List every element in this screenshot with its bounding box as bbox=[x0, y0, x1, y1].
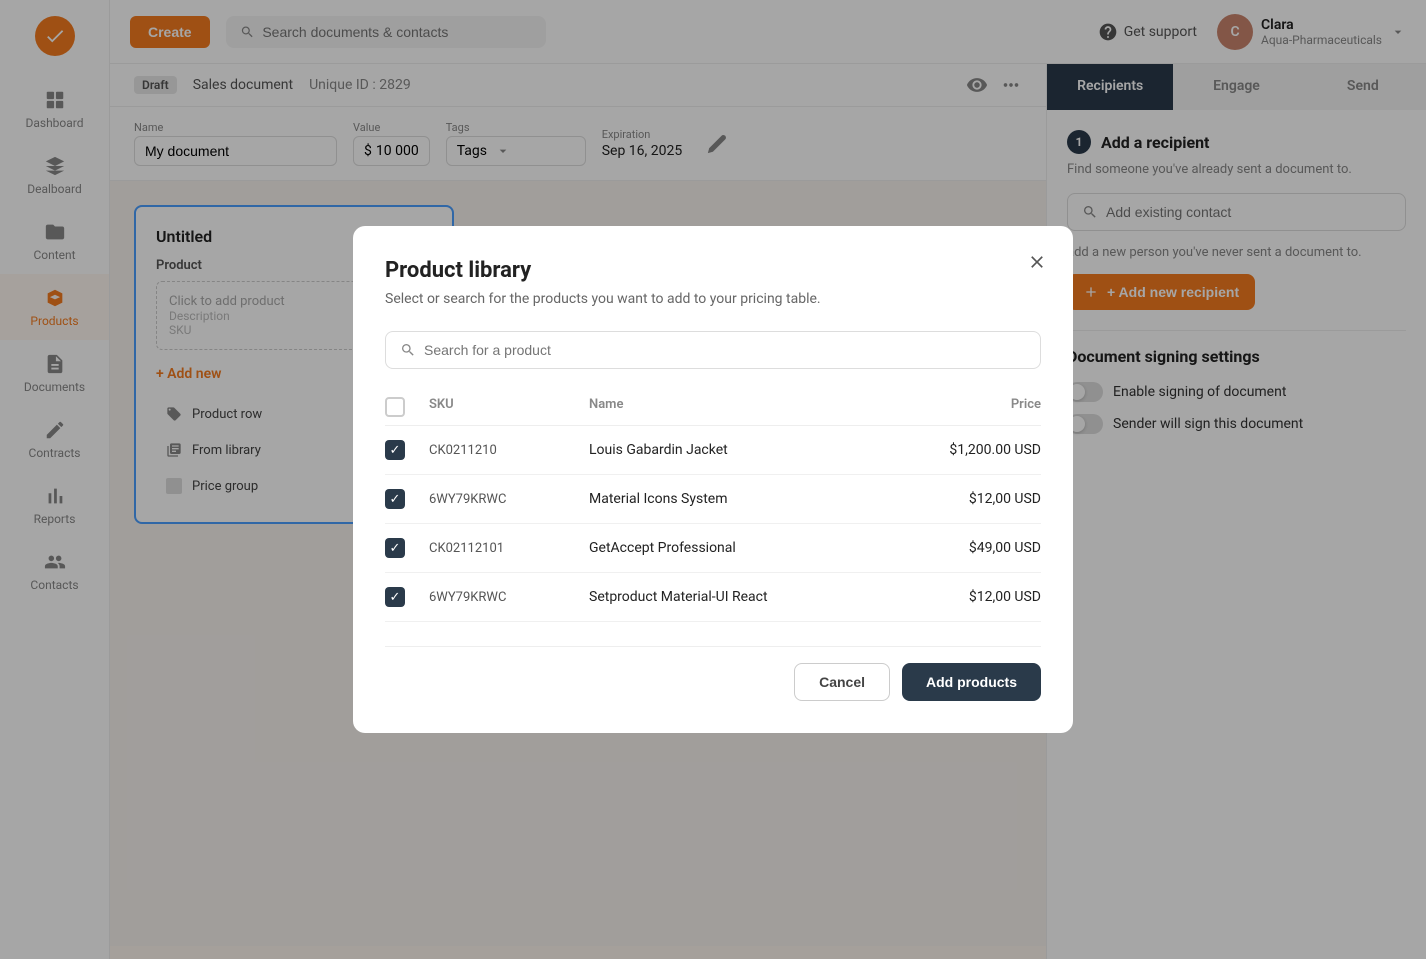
product-name: GetAccept Professional bbox=[589, 540, 901, 556]
modal-search-icon bbox=[400, 342, 416, 358]
cancel-button[interactable]: Cancel bbox=[794, 663, 890, 701]
product-sku: 6WY79KRWC bbox=[429, 492, 589, 507]
product-name: Setproduct Material-UI React bbox=[589, 589, 901, 605]
row-checkbox[interactable]: ✓ bbox=[385, 587, 429, 607]
product-price: $49,00 USD bbox=[901, 540, 1041, 556]
header-checkbox bbox=[385, 397, 429, 417]
name-header: Name bbox=[589, 397, 901, 417]
modal-close-button[interactable] bbox=[1021, 246, 1053, 278]
close-icon bbox=[1027, 252, 1047, 272]
add-products-button[interactable]: Add products bbox=[902, 663, 1041, 701]
product-sku: 6WY79KRWC bbox=[429, 590, 589, 605]
select-all-checkbox[interactable] bbox=[385, 397, 405, 417]
row-checkbox[interactable]: ✓ bbox=[385, 440, 429, 460]
modal-subtitle: Select or search for the products you wa… bbox=[385, 291, 1041, 307]
product-sku: CK02112101 bbox=[429, 541, 589, 556]
price-header: Price bbox=[901, 397, 1041, 417]
table-row: ✓ CK02112101 GetAccept Professional $49,… bbox=[385, 524, 1041, 573]
table-header: SKU Name Price bbox=[385, 389, 1041, 426]
product-search-input[interactable] bbox=[424, 342, 1026, 358]
modal-overlay: Product library Select or search for the… bbox=[0, 0, 1426, 959]
product-price: $1,200.00 USD bbox=[901, 442, 1041, 458]
product-price: $12,00 USD bbox=[901, 491, 1041, 507]
row-checkbox[interactable]: ✓ bbox=[385, 489, 429, 509]
product-table: SKU Name Price ✓ CK0211210 Louis Gabardi… bbox=[385, 389, 1041, 622]
modal-footer: Cancel Add products bbox=[385, 646, 1041, 701]
sku-header: SKU bbox=[429, 397, 589, 417]
table-row: ✓ 6WY79KRWC Material Icons System $12,00… bbox=[385, 475, 1041, 524]
table-row: ✓ 6WY79KRWC Setproduct Material-UI React… bbox=[385, 573, 1041, 622]
row-checkbox[interactable]: ✓ bbox=[385, 538, 429, 558]
modal-title: Product library bbox=[385, 258, 1041, 283]
product-sku: CK0211210 bbox=[429, 443, 589, 458]
product-price: $12,00 USD bbox=[901, 589, 1041, 605]
product-name: Material Icons System bbox=[589, 491, 901, 507]
product-library-modal: Product library Select or search for the… bbox=[353, 226, 1073, 733]
product-name: Louis Gabardin Jacket bbox=[589, 442, 901, 458]
modal-search bbox=[385, 331, 1041, 369]
table-row: ✓ CK0211210 Louis Gabardin Jacket $1,200… bbox=[385, 426, 1041, 475]
